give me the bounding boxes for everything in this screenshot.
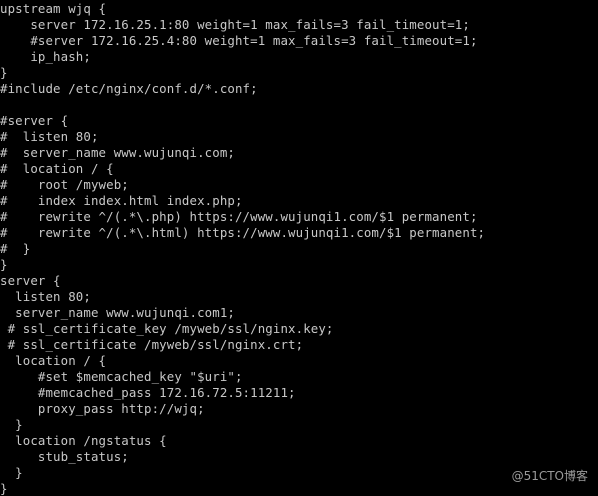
- terminal-line: # location / {: [0, 161, 114, 176]
- terminal-line: }: [0, 65, 8, 80]
- terminal-window[interactable]: upstream wjq { server 172.16.25.1:80 wei…: [0, 0, 598, 496]
- terminal-line: # server_name www.wujunqi.com;: [0, 145, 235, 160]
- terminal-line: # index index.html index.php;: [0, 193, 243, 208]
- terminal-line: # ssl_certificate /myweb/ssl/nginx.crt;: [0, 337, 304, 352]
- terminal-line: }: [0, 465, 23, 480]
- terminal-line: }: [0, 481, 8, 496]
- terminal-line: # ssl_certificate_key /myweb/ssl/nginx.k…: [0, 321, 334, 336]
- terminal-line: #server {: [0, 113, 69, 128]
- watermark: @51CTO博客: [511, 469, 588, 483]
- terminal-line: # rewrite ^/(.*\.php) https://www.wujunq…: [0, 209, 478, 224]
- terminal-line: ip_hash;: [0, 49, 91, 64]
- terminal-line: proxy_pass http://wjq;: [0, 401, 205, 416]
- terminal-line: # rewrite ^/(.*\.html) https://www.wujun…: [0, 225, 486, 240]
- terminal-line: location / {: [0, 353, 107, 368]
- terminal-line: listen 80;: [0, 289, 91, 304]
- terminal-line: server 172.16.25.1:80 weight=1 max_fails…: [0, 17, 470, 32]
- terminal-line: #memcached_pass 172.16.72.5:11211;: [0, 385, 296, 400]
- terminal-line: #server 172.16.25.4:80 weight=1 max_fail…: [0, 33, 478, 48]
- terminal-line: stub_status;: [0, 449, 129, 464]
- terminal-line: #set $memcached_key "$uri";: [0, 369, 243, 384]
- terminal-output: upstream wjq { server 172.16.25.1:80 wei…: [0, 1, 485, 496]
- terminal-line: # root /myweb;: [0, 177, 129, 192]
- terminal-line: server_name www.wujunqi.com1;: [0, 305, 235, 320]
- terminal-line: # }: [0, 241, 31, 256]
- terminal-line: }: [0, 257, 8, 272]
- terminal-line: upstream wjq {: [0, 1, 107, 16]
- terminal-line: # listen 80;: [0, 129, 99, 144]
- terminal-line: server {: [0, 273, 61, 288]
- terminal-line: location /ngstatus {: [0, 433, 167, 448]
- terminal-line: }: [0, 417, 23, 432]
- terminal-line: #include /etc/nginx/conf.d/*.conf;: [0, 81, 258, 96]
